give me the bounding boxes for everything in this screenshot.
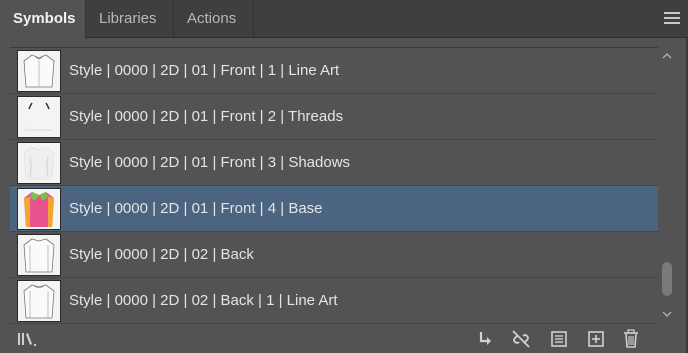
symbol-row[interactable]: Style | 0000 | 2D | 01 | Front | 2 | Thr… — [10, 94, 658, 140]
break-link-icon[interactable] — [510, 328, 532, 350]
scrollbar-thumb[interactable] — [662, 262, 672, 296]
new-symbol-icon[interactable] — [585, 328, 607, 350]
list-scrollbar[interactable] — [660, 48, 674, 324]
tab-libraries[interactable]: Libraries — [86, 0, 174, 38]
shirt-back-icon — [17, 234, 61, 276]
symbol-name: Style | 0000 | 2D | 02 | Back | 1 | Line… — [69, 292, 338, 309]
shirt-shadows-icon — [17, 142, 61, 184]
symbol-options-icon[interactable] — [548, 328, 570, 350]
symbol-row[interactable]: Style | 0000 | 2D | 01 | Front | 1 | Lin… — [10, 48, 658, 94]
panel-menu-icon[interactable] — [664, 12, 680, 26]
symbol-row-selected[interactable]: Style | 0000 | 2D | 01 | Front | 4 | Bas… — [10, 186, 658, 232]
symbol-row[interactable]: Style | 0000 | 2D | 02 | Back — [10, 232, 658, 278]
symbols-panel: Symbols Libraries Actions Style | 0000 |… — [0, 0, 688, 353]
symbol-name: Style | 0000 | 2D | 02 | Back — [69, 246, 254, 263]
scroll-up-icon[interactable] — [662, 52, 672, 60]
symbol-libraries-menu-icon[interactable] — [15, 328, 37, 350]
delete-symbol-icon[interactable] — [620, 328, 642, 350]
shirt-threads-icon — [17, 96, 61, 138]
place-symbol-instance-icon[interactable] — [474, 328, 496, 350]
symbol-row[interactable]: Style | 0000 | 2D | 02 | Back | 1 | Line… — [10, 278, 658, 324]
panel-tab-bar: Symbols Libraries Actions — [0, 0, 688, 39]
symbol-row[interactable]: Style | 0000 | 2D | 01 | Front | 3 | Sha… — [10, 140, 658, 186]
shirt-back-line-art-icon — [17, 280, 61, 322]
symbol-name: Style | 0000 | 2D | 01 | Front | 4 | Bas… — [69, 200, 323, 217]
panel-bottom-toolbar — [0, 326, 686, 353]
shirt-base-color-icon — [17, 188, 61, 230]
tab-actions[interactable]: Actions — [174, 0, 254, 38]
tab-symbols[interactable]: Symbols — [0, 0, 86, 39]
symbol-name: Style | 0000 | 2D | 01 | Front | 1 | Lin… — [69, 62, 340, 79]
shirt-line-art-icon — [17, 50, 61, 92]
scroll-down-icon[interactable] — [662, 310, 672, 318]
symbol-list: Style | 0000 | 2D | 01 | Front | 1 | Lin… — [10, 47, 658, 324]
symbol-name: Style | 0000 | 2D | 01 | Front | 3 | Sha… — [69, 154, 351, 171]
symbol-name: Style | 0000 | 2D | 01 | Front | 2 | Thr… — [69, 108, 344, 125]
